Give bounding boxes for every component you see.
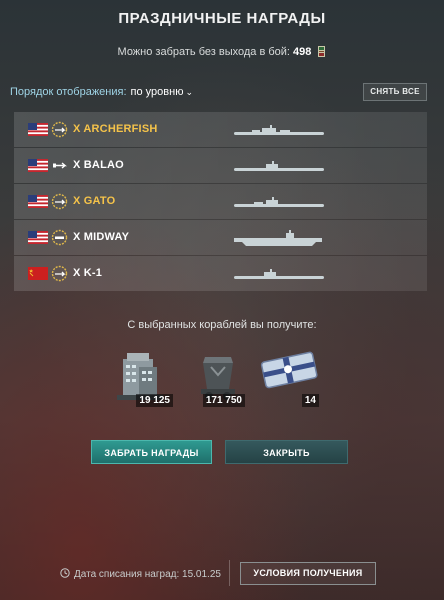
claimable-counter: Можно забрать без выхода в бой: 498 xyxy=(0,46,444,58)
elite-laurel-icon xyxy=(51,265,68,282)
ship-name: X BALAO xyxy=(73,159,124,171)
reward-amount: 171 750 xyxy=(202,394,245,407)
ship-list: X ARCHERFISH X BALAO X GATO X MIDWAY X K… xyxy=(14,112,427,292)
usa-flag-icon xyxy=(28,159,48,172)
submarine-silhouette-icon xyxy=(234,197,324,207)
claim-rewards-button[interactable]: ЗАБРАТЬ НАГРАДЫ xyxy=(91,440,212,464)
elite-laurel-icon xyxy=(51,193,68,210)
ship-row-balao[interactable]: X BALAO xyxy=(14,148,427,183)
submarine-class-icon xyxy=(53,162,67,169)
sort-order-dropdown[interactable]: Порядок отображения: по уровню ⌄ xyxy=(10,86,193,98)
ship-name: X ARCHERFISH xyxy=(73,123,158,135)
ship-row-k1[interactable]: X K-1 xyxy=(14,256,427,291)
usa-flag-icon xyxy=(28,123,48,136)
ship-row-gato[interactable]: X GATO xyxy=(14,184,427,219)
expiry-info: Дата списания наград: 15.01.25 xyxy=(60,568,221,580)
ussr-flag-icon xyxy=(28,267,48,280)
rewards-caption: С выбранных кораблей вы получите: xyxy=(127,319,317,331)
footer-divider xyxy=(229,560,230,586)
deselect-all-button[interactable]: СНЯТЬ ВСЕ xyxy=(363,83,427,101)
aircraft-carrier-silhouette-icon xyxy=(234,230,322,246)
reward-dockyard: 19 125 xyxy=(113,349,173,407)
token-icon xyxy=(317,46,326,57)
submarine-silhouette-icon xyxy=(234,269,324,279)
ship-name: X K-1 xyxy=(73,267,103,279)
usa-flag-icon xyxy=(28,231,48,244)
reward-container: 14 xyxy=(259,349,319,407)
sort-order-value[interactable]: по уровню xyxy=(131,86,184,98)
elite-laurel-icon xyxy=(51,229,68,246)
submarine-silhouette-icon xyxy=(234,161,324,171)
ship-name: X GATO xyxy=(73,195,116,207)
counter-value: 498 xyxy=(293,46,312,58)
ship-name: X MIDWAY xyxy=(73,231,130,243)
ship-row-midway[interactable]: X MIDWAY xyxy=(14,220,427,255)
expiry-text: Дата списания наград: 15.01.25 xyxy=(74,569,221,580)
reward-amount: 14 xyxy=(301,394,319,407)
usa-flag-icon xyxy=(28,195,48,208)
elite-laurel-icon xyxy=(51,121,68,138)
reward-amount: 19 125 xyxy=(136,394,173,407)
page-title: ПРАЗДНИЧНЫЕ НАГРАДЫ xyxy=(118,10,326,27)
counter-label: Можно забрать без выхода в бой: xyxy=(117,46,290,58)
clock-icon xyxy=(60,568,70,578)
chevron-down-icon[interactable]: ⌄ xyxy=(185,87,193,97)
close-button[interactable]: ЗАКРЫТЬ xyxy=(225,440,348,464)
sort-order-label: Порядок отображения: xyxy=(10,86,127,98)
conditions-button[interactable]: УСЛОВИЯ ПОЛУЧЕНИЯ xyxy=(240,562,376,585)
reward-coal: 171 750 xyxy=(193,349,245,407)
submarine-silhouette-icon xyxy=(234,125,324,135)
ship-row-archerfish[interactable]: X ARCHERFISH xyxy=(14,112,427,147)
